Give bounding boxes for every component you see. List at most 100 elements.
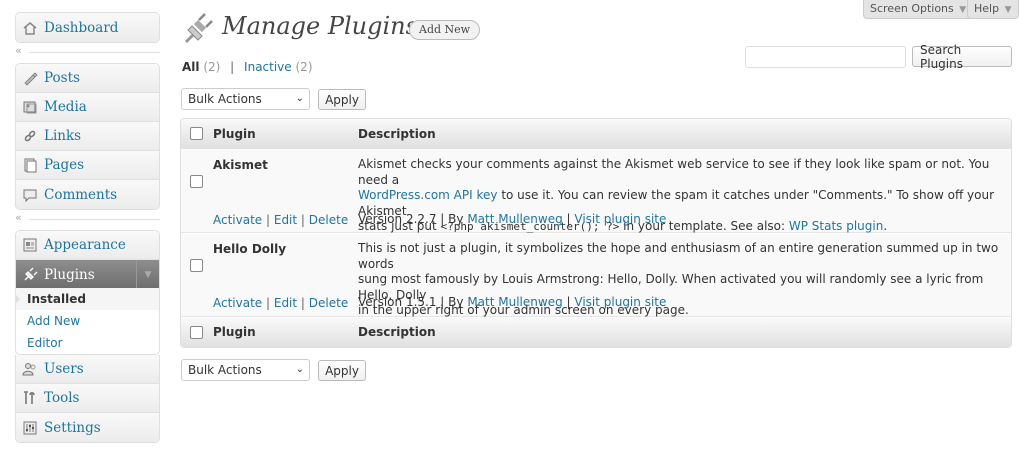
- menu-dashboard[interactable]: Dashboard: [16, 13, 159, 42]
- api-key-link[interactable]: WordPress.com API key: [358, 188, 498, 202]
- row-actions: Activate | Edit | Delete: [213, 213, 349, 227]
- screen-options-button[interactable]: Screen Options ▼: [863, 0, 974, 19]
- filter-all-count: (2): [203, 60, 221, 74]
- plugins-table: Plugin Description Akismet Akismet check…: [180, 118, 1012, 348]
- comments-icon: [22, 187, 38, 203]
- plugin-version: Version 2.2.7: [358, 212, 437, 226]
- plugin-meta: Version 1.5.1 | By Matt Mullenweg | Visi…: [358, 295, 667, 309]
- menu-dashboard-label: Dashboard: [44, 19, 119, 36]
- menu-tools[interactable]: Tools: [16, 384, 159, 413]
- screen-options-label: Screen Options: [870, 2, 954, 15]
- edit-link[interactable]: Edit: [274, 213, 297, 227]
- help-button[interactable]: Help ▼: [967, 0, 1019, 19]
- plugins-submenu: Installed Add New Editor: [15, 288, 160, 355]
- links-icon: [22, 128, 38, 144]
- select-all-checkbox[interactable]: [190, 127, 203, 140]
- menu-pages[interactable]: Pages: [16, 151, 159, 180]
- row-checkbox[interactable]: [190, 259, 203, 272]
- col-description: Description: [358, 325, 436, 339]
- menu-links-label: Links: [44, 128, 82, 144]
- chevron-down-icon: ⌄: [295, 93, 304, 104]
- plugin-meta: Version 2.2.7 | By Matt Mullenweg | Visi…: [358, 212, 667, 226]
- media-icon: [22, 99, 38, 115]
- author-link[interactable]: Matt Mullenweg: [467, 212, 562, 226]
- menu-plugins-label: Plugins: [44, 266, 95, 283]
- delete-link[interactable]: Delete: [309, 213, 348, 227]
- menu-posts-label: Posts: [44, 70, 80, 86]
- admin-menu: Dashboard « Posts Media Links Pages Comm…: [15, 12, 160, 443]
- desc-text: Akismet checks your comments against the…: [358, 157, 990, 187]
- select-all-checkbox[interactable]: [190, 326, 203, 339]
- help-label: Help: [974, 2, 1000, 15]
- collapse-arrow-icon[interactable]: «: [15, 211, 22, 225]
- plugin-name: Akismet: [213, 158, 268, 172]
- menu-plugins[interactable]: Plugins ▼: [16, 260, 159, 289]
- bulk-actions-value: Bulk Actions: [188, 363, 262, 377]
- col-plugin: Plugin: [213, 127, 256, 141]
- submenu-add-new[interactable]: Add New: [16, 310, 159, 332]
- table-row: Hello Dolly This is not just a plugin, i…: [181, 233, 1011, 317]
- desc-text: This is not just a plugin, it symbolizes…: [358, 241, 999, 271]
- posts-icon: [22, 70, 38, 86]
- menu-settings[interactable]: Settings: [16, 413, 159, 442]
- screen-options-arrow-icon: ▼: [959, 5, 967, 15]
- apply-button-bottom[interactable]: Apply: [318, 360, 366, 381]
- pages-icon: [22, 157, 38, 173]
- menu-users-label: Users: [44, 361, 84, 377]
- table-row: Akismet Akismet checks your comments aga…: [181, 149, 1011, 233]
- bulk-actions-value: Bulk Actions: [188, 92, 262, 106]
- menu-group-dashboard: Dashboard: [15, 12, 160, 43]
- author-link[interactable]: Matt Mullenweg: [467, 295, 562, 309]
- plugin-site-link[interactable]: Visit plugin site: [574, 295, 666, 309]
- submenu-installed[interactable]: Installed: [16, 288, 159, 310]
- menu-appearance[interactable]: Appearance: [16, 231, 159, 260]
- edit-link[interactable]: Edit: [274, 296, 297, 310]
- tools-icon: [22, 390, 38, 406]
- plugin-site-link[interactable]: Visit plugin site: [574, 212, 666, 226]
- bulk-actions-select-top[interactable]: Bulk Actions ⌄: [181, 88, 310, 110]
- menu-separator[interactable]: «: [15, 210, 160, 230]
- menu-tools-label: Tools: [44, 390, 80, 406]
- add-new-button[interactable]: Add New: [409, 20, 481, 40]
- plugin-version: Version 1.5.1: [358, 295, 437, 309]
- wp-stats-link[interactable]: WP Stats plugin: [789, 219, 883, 233]
- plugins-icon: [22, 267, 38, 283]
- search-plugins-button[interactable]: Search Plugins: [912, 43, 1012, 71]
- bulk-actions-select-bottom[interactable]: Bulk Actions ⌄: [181, 359, 310, 381]
- menu-group-content: Posts Media Links Pages Comments: [15, 63, 160, 210]
- filter-inactive-count: (2): [295, 60, 313, 74]
- plugins-page-icon: [182, 12, 216, 46]
- menu-users[interactable]: Users: [16, 355, 159, 384]
- menu-pages-label: Pages: [44, 157, 85, 173]
- collapse-arrow-icon[interactable]: «: [15, 44, 22, 58]
- col-description: Description: [358, 127, 436, 141]
- activate-link[interactable]: Activate: [213, 296, 262, 310]
- search-input[interactable]: [745, 46, 906, 68]
- menu-posts[interactable]: Posts: [16, 64, 159, 93]
- by-label: By: [448, 295, 464, 309]
- filter-all[interactable]: All: [182, 60, 200, 74]
- apply-button-top[interactable]: Apply: [318, 89, 366, 110]
- menu-group-admin: Users Tools Settings: [15, 355, 160, 443]
- menu-links[interactable]: Links: [16, 122, 159, 151]
- menu-media-label: Media: [44, 99, 87, 115]
- row-checkbox[interactable]: [190, 175, 203, 188]
- chevron-down-icon: ⌄: [295, 364, 304, 375]
- filter-inactive[interactable]: Inactive: [244, 60, 292, 74]
- delete-link[interactable]: Delete: [309, 296, 348, 310]
- appearance-icon: [22, 237, 38, 253]
- table-header: Plugin Description: [181, 119, 1011, 149]
- users-icon: [22, 361, 38, 377]
- page-title: Manage Plugins: [222, 12, 418, 40]
- menu-comments[interactable]: Comments: [16, 180, 159, 209]
- submenu-editor[interactable]: Editor: [16, 332, 159, 354]
- menu-separator[interactable]: «: [15, 43, 160, 63]
- submenu-toggle-icon[interactable]: ▼: [136, 260, 159, 289]
- activate-link[interactable]: Activate: [213, 213, 262, 227]
- table-footer: Plugin Description: [181, 318, 1011, 347]
- menu-comments-label: Comments: [44, 186, 118, 203]
- desc-text: .: [883, 219, 888, 233]
- settings-icon: [22, 420, 38, 436]
- menu-media[interactable]: Media: [16, 93, 159, 122]
- menu-appearance-label: Appearance: [44, 237, 126, 253]
